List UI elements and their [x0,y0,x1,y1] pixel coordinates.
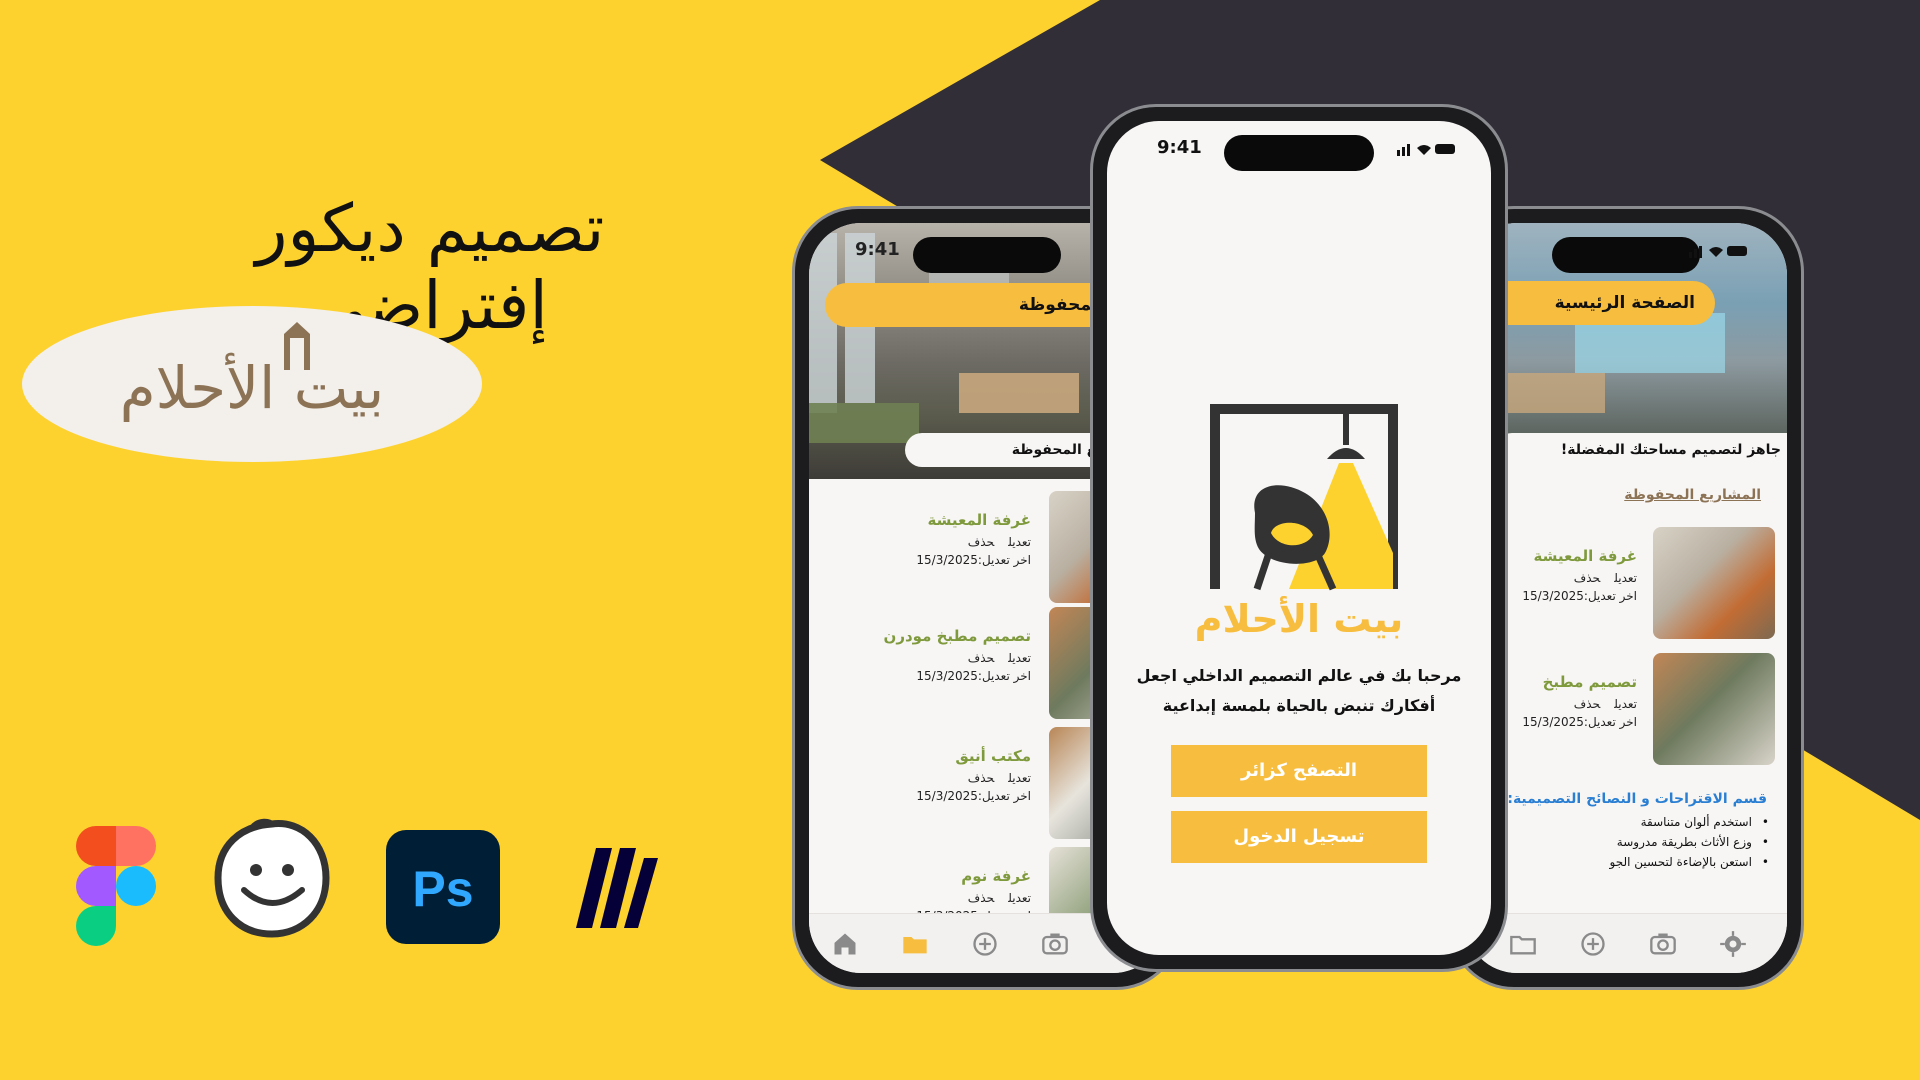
project-date: اخر تعديل:15/3/2025 [916,669,1031,683]
folder-icon[interactable] [901,930,929,958]
add-icon[interactable] [971,930,999,958]
phone-welcome: 9:41 بيت الأحلام مرحبا بك في عالم التصمي… [1090,104,1508,972]
list-item[interactable]: تصميم مطبخ تعديل حذف اخر تعديل:15/3/2025 [1465,653,1787,767]
balsamiq-icon [214,818,330,938]
project-name: تصميم مطبخ مودرن [883,627,1031,645]
status-time: 9:41 [855,239,900,260]
dynamic-island [913,237,1061,273]
delete-link[interactable]: حذف [968,535,994,549]
miro-icon [574,846,658,930]
edit-link[interactable]: تعديل [1614,571,1637,585]
project-name: تصميم مطبخ [1542,673,1637,691]
add-icon[interactable] [1579,930,1607,958]
edit-link[interactable]: تعديل [1614,697,1637,711]
project-date: اخر تعديل:15/3/2025 [916,789,1031,803]
edit-link[interactable]: تعديل [1008,771,1031,785]
list-item[interactable]: غرفة المعيشة تعديل حذف اخر تعديل:15/3/202… [1465,527,1787,641]
project-date: اخر تعديل:15/3/2025 [1522,715,1637,729]
screen: 9:41 بيت الأحلام مرحبا بك في عالم التصمي… [1107,121,1491,955]
tip-item: استخدم ألوان متناسقة [1610,815,1770,829]
login-button[interactable]: تسجيل الدخول [1171,811,1427,863]
project-name: غرفة المعيشة [1533,547,1638,565]
dynamic-island [1224,135,1374,171]
delete-link[interactable]: حذف [968,771,994,785]
brand-logo-text: بيت الأحلام [119,354,385,422]
edit-link[interactable]: تعديل [1008,535,1031,549]
project-thumbnail [1653,527,1775,639]
gear-icon[interactable] [1719,930,1747,958]
edit-link[interactable]: تعديل [1008,891,1031,905]
figma-icon [76,826,156,948]
welcome-text: مرحبا بك في عالم التصميم الداخلي اجعل أف… [1136,666,1462,715]
home-icon[interactable] [831,930,859,958]
svg-text:Ps: Ps [412,861,473,917]
bottom-navbar [1465,913,1787,973]
page-caption: جاهز لتصميم مساحتك المفضلة! [1495,433,1787,467]
status-icons [1689,243,1749,262]
status-time: 9:41 [1157,137,1202,158]
tip-item: استعن بالإضاءة لتحسين الجو [1610,855,1770,869]
project-name: غرفة المعيشة [927,511,1032,529]
brand-logo: بيت الأحلام [22,306,482,462]
delete-link[interactable]: حذف [1574,571,1600,585]
lamp-chair-logo-icon [1210,404,1398,591]
project-thumbnail [1653,653,1775,765]
project-name: مكتب أنيق [955,747,1031,765]
camera-icon[interactable] [1041,930,1069,958]
folder-icon[interactable] [1509,930,1537,958]
delete-link[interactable]: حذف [968,651,994,665]
tips-list: استخدم ألوان متناسقة وزع الأثاث بطريقة م… [1610,815,1770,875]
edit-link[interactable]: تعديل [1008,651,1031,665]
camera-icon[interactable] [1649,930,1677,958]
brand-name: بيت الأحلام [1194,597,1404,641]
saved-projects-link[interactable]: المشاريع المحفوظة [1624,487,1761,503]
tip-item: وزع الأثاث بطريقة مدروسة [1610,835,1770,849]
status-icons [1397,141,1457,160]
project-date: اخر تعديل:15/3/2025 [916,553,1031,567]
screen: الصفحة الرئيسية جاهز لتصميم مساحتك المفض… [1465,223,1787,973]
project-name: غرفة نوم [961,867,1031,885]
tips-title: قسم الاقتراحات و النصائح التصميمية: [1507,791,1767,807]
delete-link[interactable]: حذف [968,891,994,905]
delete-link[interactable]: حذف [1574,697,1600,711]
dynamic-island [1552,237,1700,273]
browse-as-guest-button[interactable]: التصفح كزائر [1171,745,1427,797]
photoshop-icon: Ps [386,830,500,944]
project-date: اخر تعديل:15/3/2025 [1522,589,1637,603]
